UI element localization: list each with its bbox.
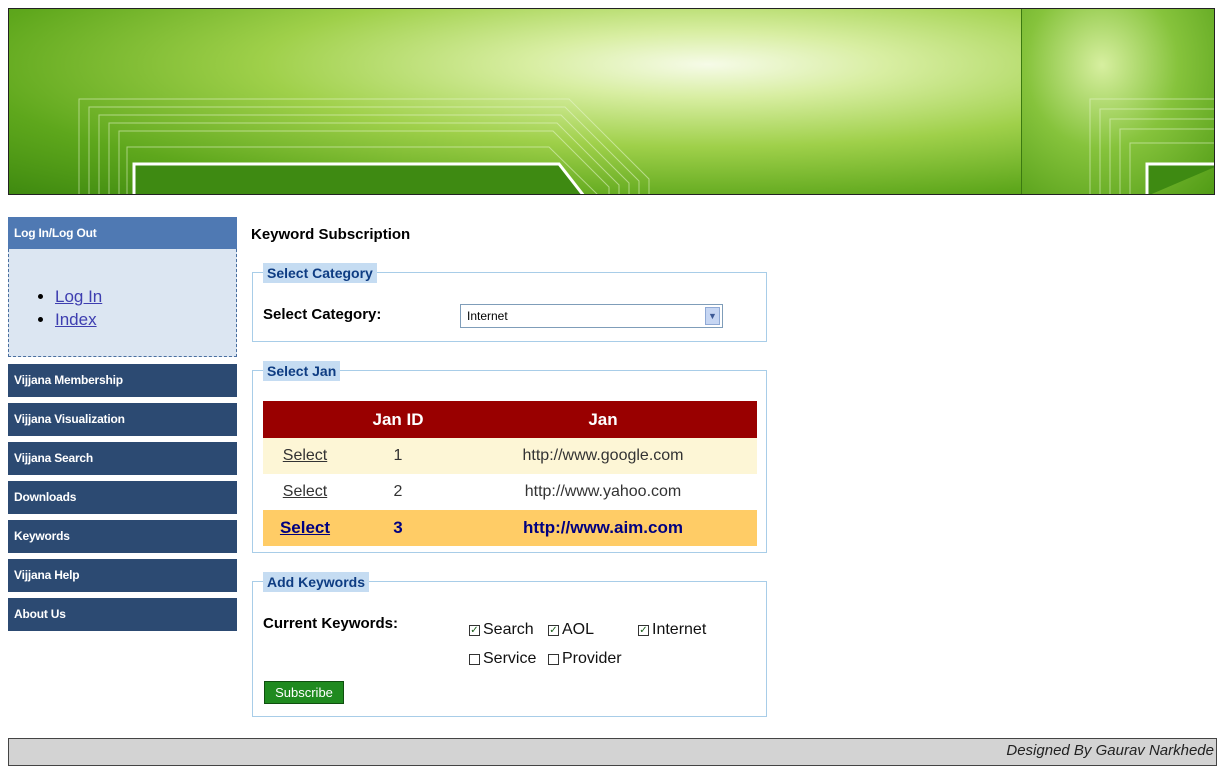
- keywords-legend: Add Keywords: [263, 572, 370, 592]
- table-header-row: Jan ID Jan: [263, 401, 757, 438]
- checkbox-checked-icon[interactable]: ✓: [469, 624, 480, 636]
- sidebar-item-membership[interactable]: Vijjana Membership: [8, 364, 237, 397]
- chevron-down-icon[interactable]: ▼: [705, 307, 720, 325]
- footer-credit: Designed By Gaurav Narkhede: [1006, 742, 1214, 759]
- list-item: Index: [55, 308, 236, 331]
- sidebar-item-search[interactable]: Vijjana Search: [8, 442, 237, 475]
- keyword-label: AOL: [562, 621, 595, 638]
- jan-id-cell: 2: [347, 474, 449, 510]
- sidebar-login-links: Log In Index: [8, 249, 237, 357]
- jan-id-cell: 3: [347, 510, 449, 546]
- column-header-action: [263, 401, 347, 438]
- category-legend: Select Category: [263, 263, 377, 283]
- keyword-label: Provider: [562, 650, 622, 667]
- column-header-jan-id: Jan ID: [347, 401, 449, 438]
- category-selected-value: Internet: [467, 309, 508, 323]
- login-link[interactable]: Log In: [55, 287, 102, 306]
- list-item: Log In: [55, 285, 236, 308]
- sidebar-item-about[interactable]: About Us: [8, 598, 237, 631]
- banner-right-panel: [1021, 9, 1214, 194]
- jan-id-cell: 1: [347, 438, 449, 474]
- jan-url-cell: http://www.google.com: [449, 438, 757, 474]
- category-fieldset: Select Category Select Category: Interne…: [252, 263, 767, 342]
- current-keywords-label: Current Keywords:: [263, 615, 399, 632]
- jan-url-cell: http://www.yahoo.com: [449, 474, 757, 510]
- banner-right-graphic: [1089, 98, 1214, 194]
- subscribe-button[interactable]: Subscribe: [264, 681, 344, 704]
- keyword-label: Search: [483, 621, 534, 638]
- index-link[interactable]: Index: [55, 310, 97, 329]
- keyword-checkbox-aol[interactable]: ✓ AOL: [548, 621, 594, 639]
- select-link[interactable]: Select: [283, 447, 327, 464]
- category-label: Select Category:: [263, 306, 382, 323]
- keyword-label: Internet: [652, 621, 707, 638]
- select-link[interactable]: Select: [280, 518, 330, 537]
- sidebar-item-help[interactable]: Vijjana Help: [8, 559, 237, 592]
- footer: Designed By Gaurav Narkhede: [8, 738, 1217, 766]
- keywords-fieldset: Add Keywords Current Keywords: ✓ Search ✓…: [252, 572, 767, 717]
- sidebar-item-visualization[interactable]: Vijjana Visualization: [8, 403, 237, 436]
- header-banner: [8, 8, 1215, 195]
- sidebar: Log In/Log Out Log In Index Vijjana Memb…: [8, 217, 237, 631]
- page-title: Keyword Subscription: [251, 226, 411, 243]
- sidebar-login-header: Log In/Log Out: [8, 217, 237, 249]
- column-header-jan: Jan: [449, 401, 757, 438]
- jan-url-cell: http://www.aim.com: [449, 510, 757, 546]
- jan-fieldset: Select Jan Jan ID Jan Select 1 http://ww…: [252, 361, 767, 553]
- table-row: Select 1 http://www.google.com: [263, 438, 757, 474]
- keyword-label: Service: [483, 650, 537, 667]
- keyword-checkbox-provider[interactable]: Provider: [548, 650, 622, 668]
- keyword-checkbox-search[interactable]: ✓ Search: [469, 621, 534, 639]
- checkbox-checked-icon[interactable]: ✓: [548, 624, 559, 636]
- checkbox-unchecked-icon[interactable]: [469, 653, 480, 665]
- sidebar-item-downloads[interactable]: Downloads: [8, 481, 237, 514]
- category-select[interactable]: Internet ▼: [460, 304, 723, 328]
- checkbox-unchecked-icon[interactable]: [548, 653, 559, 665]
- select-link[interactable]: Select: [283, 483, 327, 500]
- jan-legend: Select Jan: [263, 361, 341, 381]
- jan-table: Jan ID Jan Select 1 http://www.google.co…: [263, 401, 757, 546]
- keyword-checkbox-service[interactable]: Service: [469, 650, 536, 668]
- table-row-selected: Select 3 http://www.aim.com: [263, 510, 757, 546]
- sidebar-item-keywords[interactable]: Keywords: [8, 520, 237, 553]
- keyword-checkbox-internet[interactable]: ✓ Internet: [638, 621, 706, 639]
- checkbox-checked-icon[interactable]: ✓: [638, 624, 649, 636]
- table-row: Select 2 http://www.yahoo.com: [263, 474, 757, 510]
